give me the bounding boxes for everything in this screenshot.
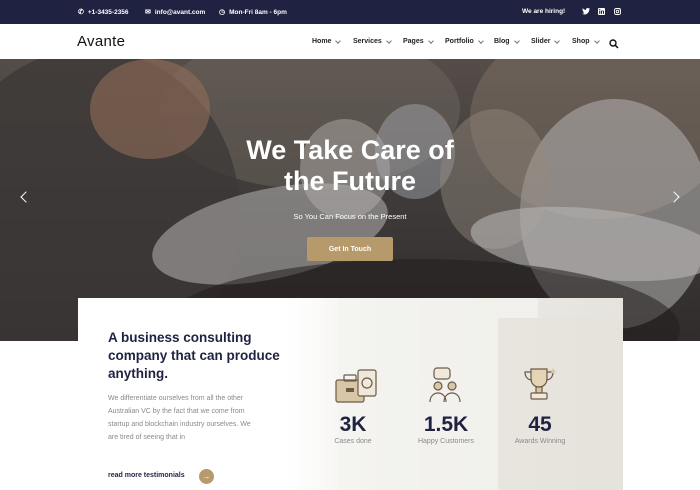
chevron-down-icon [385, 37, 392, 44]
search-icon[interactable] [609, 36, 619, 49]
nav-item-label: Shop [572, 38, 590, 45]
nav-item-portfolio[interactable]: Portfolio [445, 37, 484, 45]
nav-item-blog[interactable]: Blog [494, 37, 520, 45]
customers-icon [428, 366, 462, 409]
envelope-icon: ✉ [145, 9, 151, 16]
hero-title-line1: We Take Care of [246, 135, 454, 165]
nav-item-label: Portfolio [445, 38, 474, 45]
card-heading: A business consulting company that can p… [108, 330, 280, 381]
about-card: A business consulting company that can p… [78, 298, 623, 490]
nav-item-slider[interactable]: Slider [531, 37, 561, 45]
chevron-down-icon [477, 37, 484, 44]
email-address: info@avant.com [154, 8, 206, 16]
nav-item-services[interactable]: Services [353, 37, 392, 45]
stat-label-awards: Awards Winning [514, 438, 566, 445]
twitter-icon[interactable] [581, 7, 590, 16]
nav-item-home[interactable]: Home [312, 37, 342, 45]
stat-label-customers: Happy Customers [417, 438, 475, 445]
chevron-down-icon [593, 37, 600, 44]
hiring-text: We are hiring! [522, 8, 566, 15]
nav-item-shop[interactable]: Shop [572, 37, 600, 45]
phone-contact[interactable]: ✆ +1-3435-2356 [78, 8, 129, 17]
stat-value-cases: 3K [339, 413, 367, 436]
chevron-down-icon [554, 37, 561, 44]
stat-value-customers: 1.5K [423, 413, 469, 436]
hours-text: Mon-Fri 8am - 6pm [229, 8, 287, 16]
chevron-down-icon [427, 37, 434, 44]
get-in-touch-button[interactable]: Get In Touch [307, 237, 393, 261]
stat-value-awards: 45 [528, 413, 552, 436]
trophy-icon [521, 366, 557, 409]
main-navbar: Avante Home Services Pages Portfolio Blo… [0, 24, 700, 59]
chevron-down-icon [513, 37, 520, 44]
clock-icon: ◷ [219, 9, 226, 16]
hero-subtitle: So You Can Focus on the Present [293, 212, 407, 221]
nav-item-label: Blog [494, 38, 510, 45]
nav-item-label: Services [353, 38, 382, 45]
hero-title: We Take Care of the Future [200, 135, 500, 197]
hiring-link[interactable]: We are hiring! [522, 8, 565, 15]
nav-item-label: Home [312, 38, 332, 45]
instagram-icon[interactable] [613, 7, 622, 16]
arrow-right-icon[interactable]: → [199, 469, 214, 484]
nav-item-label: Pages [403, 38, 424, 45]
nav-item-pages[interactable]: Pages [403, 37, 434, 45]
office-hours: ◷ Mon-Fri 8am - 6pm [219, 8, 287, 17]
phone-number: +1-3435-2356 [87, 8, 129, 16]
read-more-link[interactable]: read more testimonials [108, 472, 185, 479]
site-logo[interactable]: Avante [77, 33, 125, 50]
email-contact[interactable]: ✉ info@avant.com [145, 8, 206, 17]
stat-label-cases: Cases done [334, 438, 372, 445]
top-bar: ✆ +1-3435-2356 ✉ info@avant.com ◷ Mon-Fr… [0, 0, 700, 24]
briefcase-icon [334, 368, 380, 411]
nav-item-label: Slider [531, 38, 551, 45]
card-description: We differentiate ourselves from all the … [108, 395, 251, 441]
hero-title-line2: the Future [284, 166, 416, 196]
chevron-down-icon [335, 37, 342, 44]
phone-icon: ✆ [78, 9, 84, 16]
linkedin-icon[interactable] [597, 7, 606, 16]
